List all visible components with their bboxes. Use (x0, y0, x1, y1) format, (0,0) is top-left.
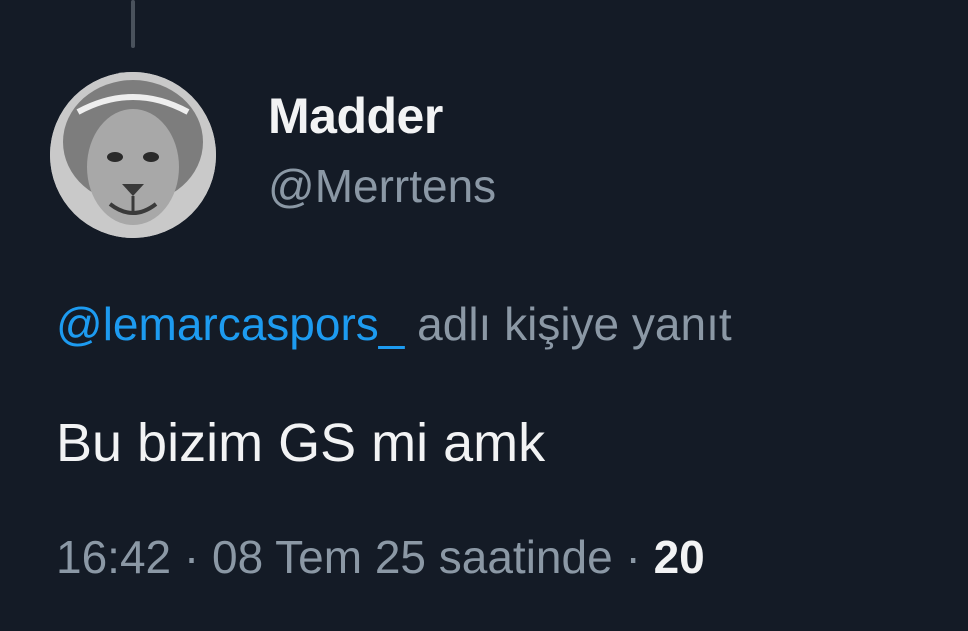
view-count[interactable]: 20 (654, 531, 705, 583)
reply-mention-link[interactable]: @lemarcaspors_ (56, 298, 404, 350)
meta-separator: · (612, 531, 654, 583)
author-handle[interactable]: @Merrtens (268, 158, 496, 214)
reply-context: @lemarcaspors_ adlı kişiye yanıt (56, 294, 732, 354)
tweet-text: Bu bizim GS mi amk (56, 413, 546, 473)
meta-separator: · (171, 531, 213, 583)
author-display-name[interactable]: Madder (268, 86, 443, 146)
tweet-date[interactable]: 08 Tem 25 saatinde (212, 531, 613, 583)
lion-avatar-icon (50, 72, 216, 238)
tweet-time[interactable]: 16:42 (56, 531, 171, 583)
thread-connector-line (131, 0, 135, 48)
tweet-meta: 16:42 · 08 Tem 25 saatinde · 20 (56, 527, 705, 587)
avatar[interactable] (50, 72, 216, 238)
reply-suffix: adlı kişiye yanıt (404, 298, 732, 350)
